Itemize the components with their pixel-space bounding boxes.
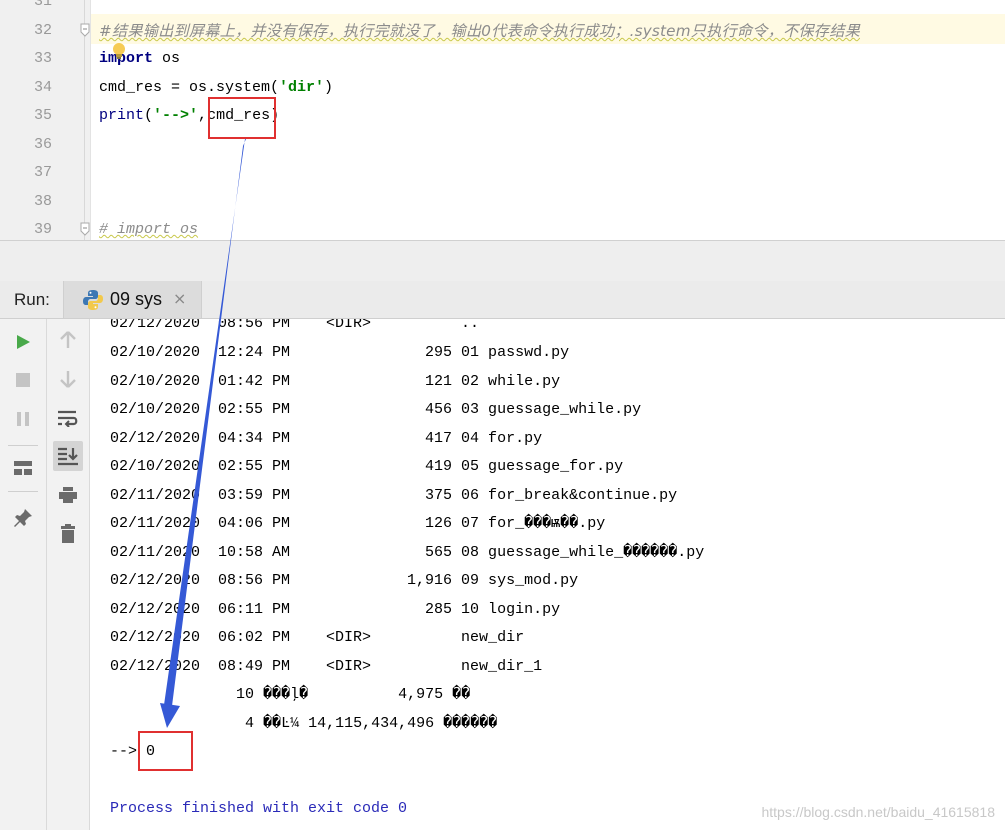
fold-marker-icon[interactable] — [80, 222, 90, 236]
console-line: 02/11/2020 10:58 AM 565 08 guessage_whil… — [110, 544, 705, 561]
console-line: 02/10/2020 02:55 PM 456 03 guessage_whil… — [110, 401, 642, 418]
console-line: 02/12/2020 06:11 PM 285 10 login.py — [110, 601, 561, 618]
watermark: https://blog.csdn.net/baidu_41615818 — [761, 804, 995, 820]
close-icon[interactable]: × — [173, 289, 186, 308]
fold-marker-icon[interactable] — [80, 23, 90, 37]
line-number: 37 — [33, 164, 52, 181]
run-console[interactable]: 02/12/2020 08:56 PM <DIR> .. 02/10/2020 … — [90, 319, 1005, 830]
scroll-to-end-icon[interactable] — [53, 441, 83, 471]
console-line: 02/11/2020 03:59 PM 375 06 for_break&con… — [110, 487, 678, 504]
run-toolbar-primary — [0, 319, 47, 830]
stop-icon[interactable] — [8, 365, 38, 395]
tab-run-config[interactable]: 09 sys × — [63, 281, 202, 318]
highlight-box-result — [138, 731, 193, 771]
console-line: 02/10/2020 02:55 PM 419 05 guessage_for.… — [110, 458, 624, 475]
toolbar-separator — [8, 445, 38, 446]
print-icon[interactable] — [53, 480, 83, 510]
console-line: 02/12/2020 08:49 PM <DIR> new_dir_1 — [110, 658, 543, 675]
code-line-system: cmd_res = os.system('dir') — [99, 79, 334, 96]
line-number: 33 — [33, 50, 52, 67]
toolbar-separator — [8, 491, 38, 492]
console-line: 02/10/2020 12:24 PM 295 01 passwd.py — [110, 344, 570, 361]
pin-icon[interactable] — [8, 503, 38, 533]
line-number: 32 — [33, 22, 52, 39]
code-line-comment-import: # import os — [99, 221, 199, 238]
run-header: Run: 09 sys × — [0, 281, 1005, 319]
line-number: 34 — [33, 79, 52, 96]
down-arrow-icon[interactable] — [53, 364, 83, 394]
trash-icon[interactable] — [53, 519, 83, 549]
line-number: 38 — [33, 193, 52, 210]
panel-divider[interactable] — [0, 240, 1005, 282]
highlight-box-cmd-res — [208, 97, 276, 139]
layout-icon[interactable] — [8, 453, 38, 483]
soft-wrap-icon[interactable] — [53, 403, 83, 433]
pause-icon[interactable] — [8, 404, 38, 434]
code-editor[interactable]: 31 32 33 34 35 36 37 38 39 #结果输出到屏幕上，并没有… — [0, 0, 1005, 240]
exit-message: Process finished with exit code 0 — [110, 800, 408, 817]
up-arrow-icon[interactable] — [53, 325, 83, 355]
result-prefix: --> — [110, 743, 138, 760]
line-number: 35 — [33, 107, 52, 124]
console-line: 02/12/2020 06:02 PM <DIR> new_dir — [110, 629, 525, 646]
console-line: 02/12/2020 04:34 PM 417 04 for.py — [110, 430, 543, 447]
console-line: 02/10/2020 01:42 PM 121 02 while.py — [110, 373, 561, 390]
console-line: 02/11/2020 04:06 PM 126 07 for_���ѭ��.py — [110, 515, 606, 532]
run-icon[interactable] — [8, 327, 38, 357]
console-line: 02/12/2020 08:56 PM <DIR> .. — [110, 319, 480, 332]
python-icon — [83, 290, 103, 310]
code-line-comment: #结果输出到屏幕上，并没有保存，执行完就没了，输出0代表命令执行成功；.syst… — [99, 22, 860, 40]
tab-title: 09 sys — [110, 289, 163, 309]
run-toolbar-secondary — [47, 319, 90, 830]
line-number: 39 — [33, 221, 52, 238]
console-line: 02/12/2020 08:56 PM 1,916 09 sys_mod.py — [110, 572, 579, 589]
run-label: Run: — [14, 290, 50, 309]
line-number: 31 — [33, 0, 52, 10]
line-number: 36 — [33, 136, 52, 153]
console-line: 10 ���ļ� 4,975 �� — [110, 686, 471, 703]
lightbulb-icon[interactable] — [111, 42, 127, 60]
